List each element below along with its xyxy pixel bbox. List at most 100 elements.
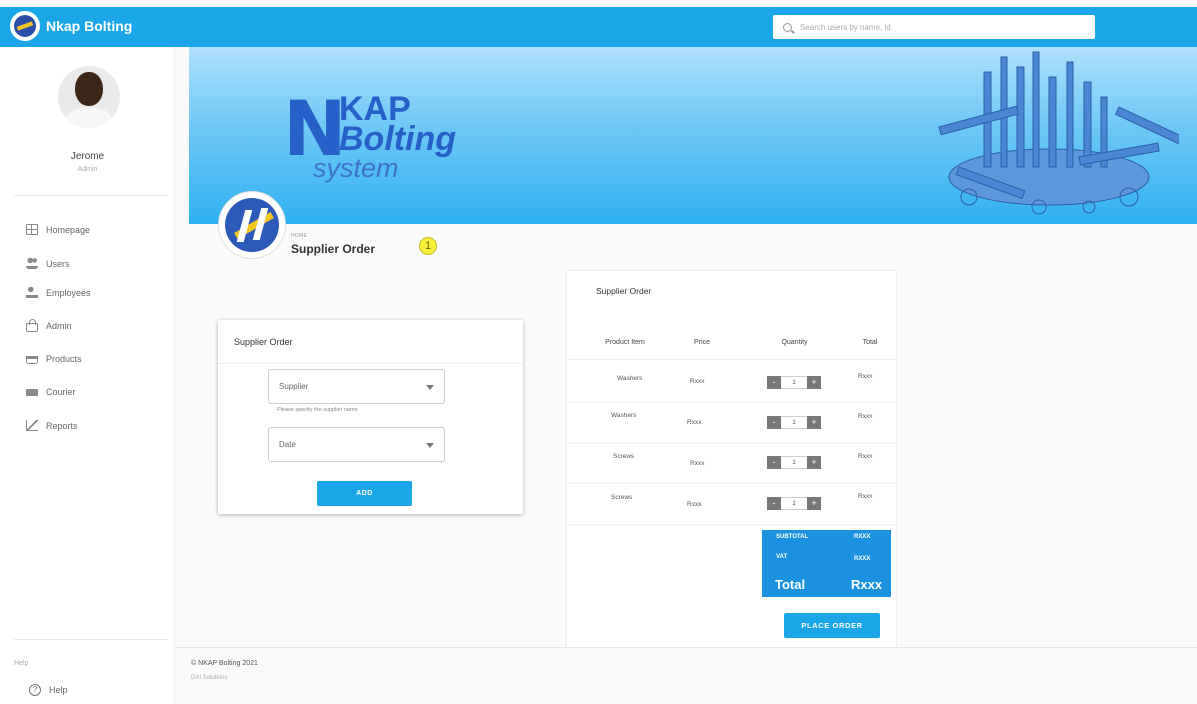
form-divider xyxy=(218,363,523,364)
company-logo xyxy=(218,191,286,259)
quantity-stepper: - 1 + xyxy=(767,376,821,389)
place-order-button[interactable]: PLACE ORDER xyxy=(784,613,880,638)
basket-icon xyxy=(26,356,38,364)
row-divider xyxy=(567,359,896,360)
breadcrumb[interactable]: HOME xyxy=(291,233,307,239)
column-header-quantity: Quantity xyxy=(781,339,808,346)
sidebar-item-label: Homepage xyxy=(46,224,91,235)
quantity-value[interactable]: 1 xyxy=(781,416,807,429)
sidebar: Jerome Admin Homepage Users Employees Ad… xyxy=(0,47,175,704)
product-item: Screws xyxy=(611,494,633,501)
sidebar-item-homepage[interactable]: Homepage xyxy=(26,224,90,235)
row-divider xyxy=(567,483,896,484)
decrement-button[interactable]: - xyxy=(767,456,781,469)
supplier-order-form: Supplier Order Supplier Please specify t… xyxy=(218,320,523,514)
sidebar-item-reports[interactable]: Reports xyxy=(26,420,78,431)
users-icon xyxy=(26,258,38,269)
profile-name: Jerome xyxy=(70,151,105,162)
search-placeholder: Search users by name, id xyxy=(800,22,891,32)
help-section-label: Help xyxy=(14,660,29,667)
subtotal-value: RXXX xyxy=(854,534,871,540)
increment-button[interactable]: + xyxy=(807,497,821,510)
price-cell: Rxxx xyxy=(687,501,702,508)
quantity-value[interactable]: 1 xyxy=(781,497,807,510)
date-select-value: Date xyxy=(279,440,296,449)
total-cell: Rxxx xyxy=(858,493,873,500)
decrement-button[interactable]: - xyxy=(767,376,781,389)
row-divider xyxy=(567,524,896,525)
top-app-bar: Nkap Bolting Search users by name, id xyxy=(0,7,1197,47)
sidebar-item-label: Users xyxy=(46,258,70,269)
footer-company: DXI Solutions xyxy=(191,675,228,681)
search-icon xyxy=(783,22,792,32)
chart-icon xyxy=(26,420,38,431)
row-divider xyxy=(567,443,896,444)
avatar xyxy=(58,66,120,128)
total-cell: Rxxx xyxy=(858,413,873,420)
quantity-value[interactable]: 1 xyxy=(781,376,807,389)
increment-button[interactable]: + xyxy=(807,376,821,389)
hero-banner: N KAP Bolting system xyxy=(189,47,1197,224)
sidebar-item-courier[interactable]: Courier xyxy=(26,387,76,397)
banner-logo-system: system xyxy=(313,153,399,183)
order-summary-card: Supplier Order Product Item Price Quanti… xyxy=(567,271,896,647)
sidebar-item-label: Employees xyxy=(46,287,91,298)
column-header-price: Price xyxy=(694,339,710,346)
price-cell: Rxxx xyxy=(690,378,705,385)
chevron-down-icon xyxy=(426,443,434,448)
totals-panel: SUBTOTAL RXXX VAT RXXX Total Rxxx xyxy=(762,530,891,597)
sidebar-divider xyxy=(14,639,168,640)
brand-logo-icon xyxy=(10,11,40,41)
search-input[interactable]: Search users by name, id xyxy=(773,15,1095,39)
column-header-product: Product Item xyxy=(605,339,645,346)
sidebar-item-label: Products xyxy=(46,353,82,364)
brand-name: Nkap Bolting xyxy=(46,18,133,34)
total-value: Rxxx xyxy=(851,577,883,592)
vat-value: RXXX xyxy=(854,556,871,562)
total-cell: Rxxx xyxy=(858,373,873,380)
footer-copyright: © NKAP Bolting 2021 xyxy=(191,660,258,667)
quantity-stepper: - 1 + xyxy=(767,416,821,429)
product-item: Washers xyxy=(611,412,637,419)
form-title: Supplier Order xyxy=(234,337,293,347)
product-item: Washers xyxy=(617,375,643,382)
total-cell: Rxxx xyxy=(858,453,873,460)
sidebar-item-admin[interactable]: Admin xyxy=(26,319,72,332)
bolts-illustration xyxy=(938,51,1179,215)
increment-button[interactable]: + xyxy=(807,456,821,469)
date-select[interactable]: Date xyxy=(268,427,445,462)
vat-label: VAT xyxy=(776,554,788,560)
page-title: Supplier Order xyxy=(291,242,376,256)
subtotal-label: SUBTOTAL xyxy=(776,534,809,540)
footer-divider xyxy=(176,647,1197,648)
row-divider xyxy=(567,402,896,403)
employees-icon xyxy=(26,287,38,298)
sidebar-item-products[interactable]: Products xyxy=(26,353,82,364)
quantity-value[interactable]: 1 xyxy=(781,456,807,469)
price-cell: Rxxx xyxy=(687,419,702,426)
banner-logo-bolting: Bolting xyxy=(339,120,457,158)
chevron-down-icon xyxy=(426,385,434,390)
truck-icon xyxy=(26,388,38,396)
quantity-stepper: - 1 + xyxy=(767,456,821,469)
increment-button[interactable]: + xyxy=(807,416,821,429)
supplier-select[interactable]: Supplier xyxy=(268,369,445,404)
sidebar-item-label: Help xyxy=(49,685,68,695)
sidebar-item-label: Courier xyxy=(46,387,76,397)
column-header-total: Total xyxy=(862,339,878,346)
sidebar-item-users[interactable]: Users xyxy=(26,258,70,269)
profile-role: Admin xyxy=(77,166,98,173)
decrement-button[interactable]: - xyxy=(767,416,781,429)
product-item: Screws xyxy=(613,453,635,460)
dashboard-icon xyxy=(26,224,38,235)
sidebar-item-employees[interactable]: Employees xyxy=(26,287,91,298)
sidebar-item-label: Reports xyxy=(46,420,78,431)
lock-icon xyxy=(26,319,38,332)
add-button[interactable]: ADD xyxy=(317,481,412,506)
help-icon: ? xyxy=(29,684,41,696)
sidebar-item-help[interactable]: ? Help xyxy=(29,684,68,696)
brand[interactable]: Nkap Bolting xyxy=(10,11,132,41)
total-label: Total xyxy=(775,577,806,592)
sidebar-item-label: Admin xyxy=(46,321,72,331)
decrement-button[interactable]: - xyxy=(767,497,781,510)
